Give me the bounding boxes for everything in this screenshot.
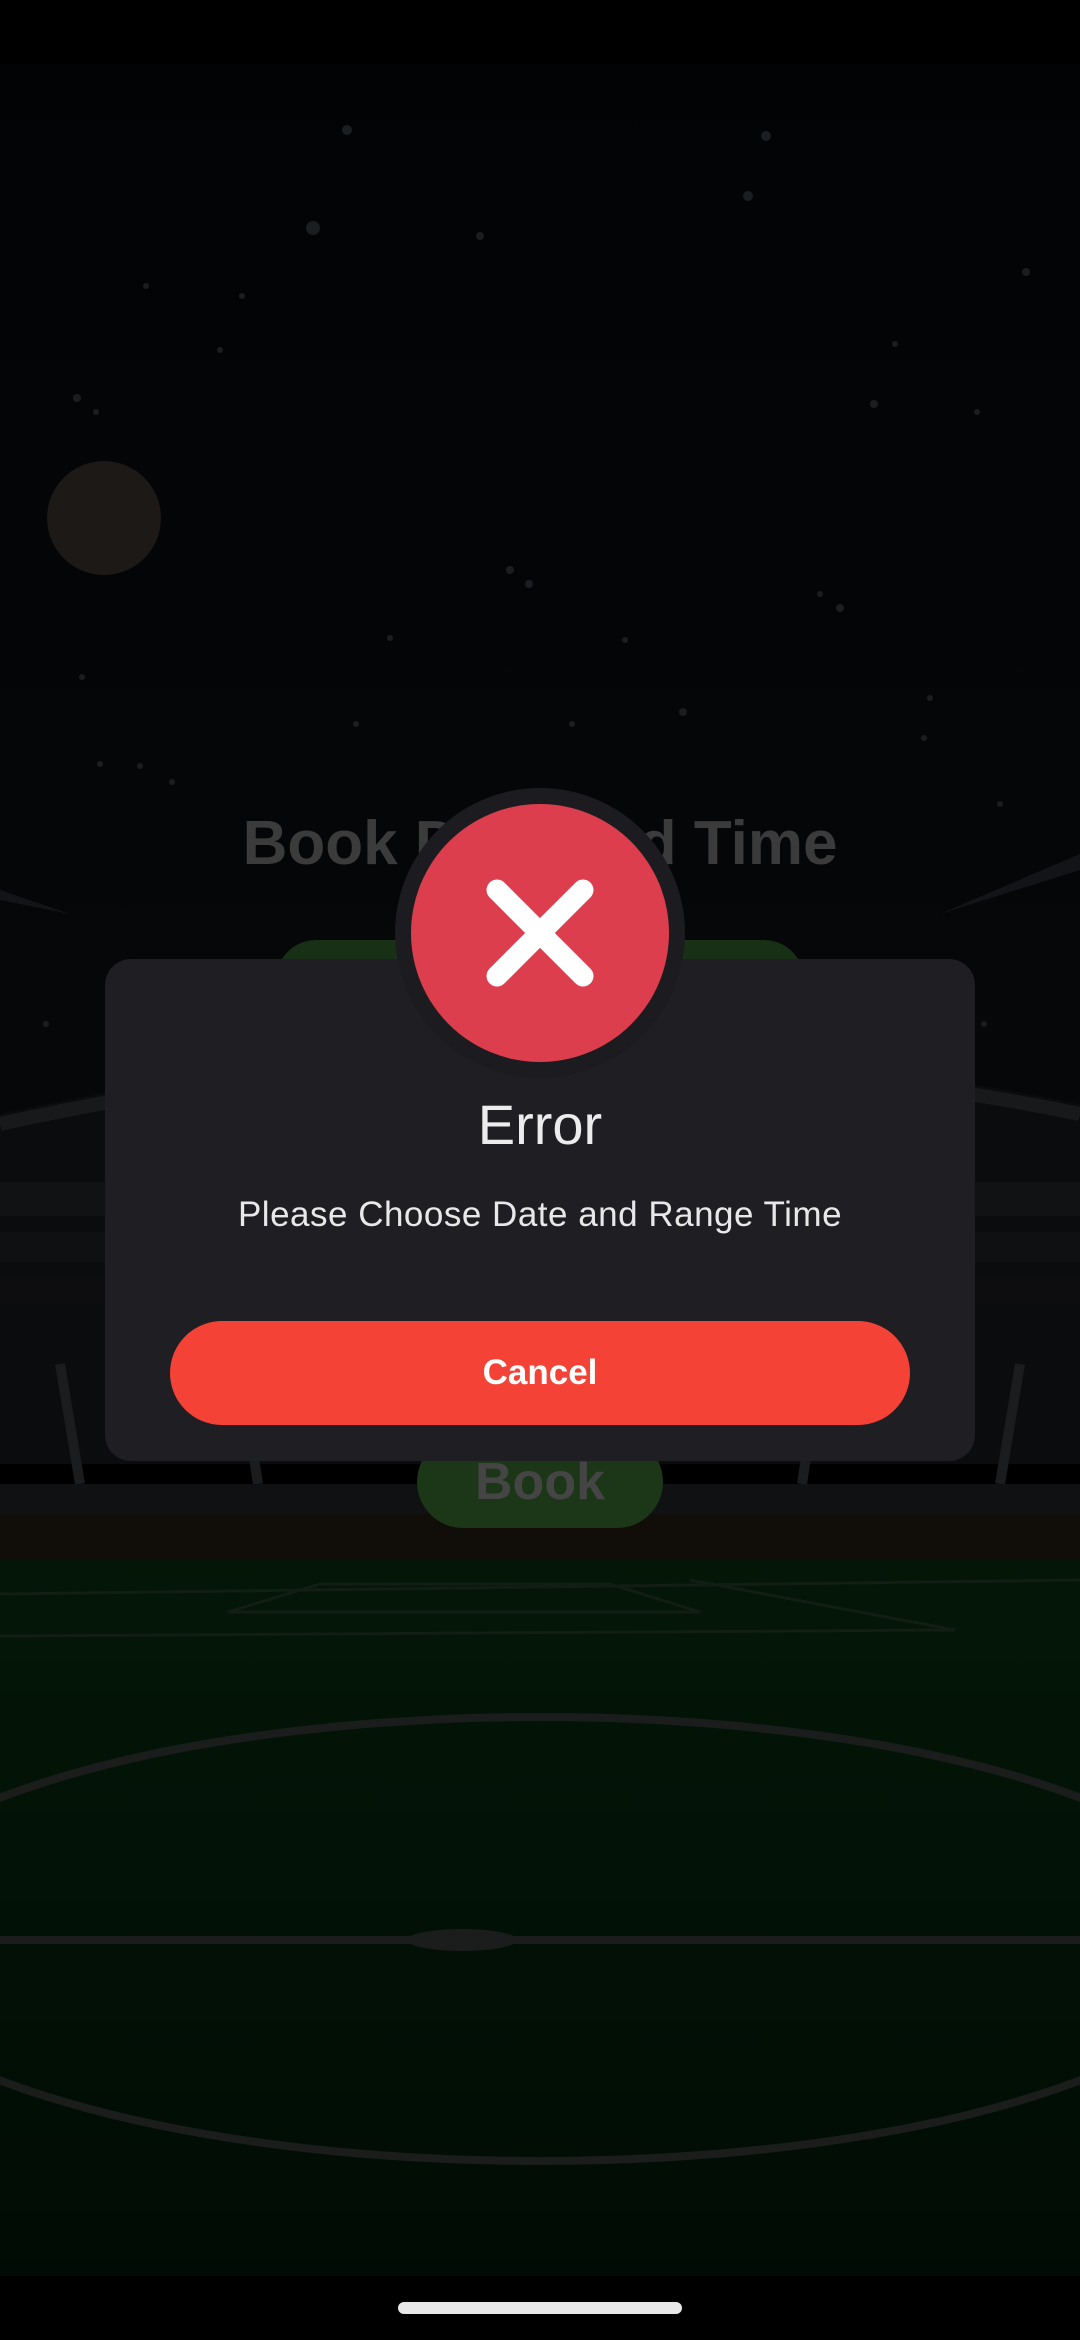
home-indicator[interactable] [398, 2302, 682, 2314]
dialog-message: Please Choose Date and Range Time [237, 1195, 843, 1234]
dialog-title: Error [477, 1093, 603, 1156]
error-icon-badge [411, 804, 669, 1062]
close-icon [486, 879, 594, 987]
cancel-button[interactable]: Cancel [170, 1321, 910, 1425]
